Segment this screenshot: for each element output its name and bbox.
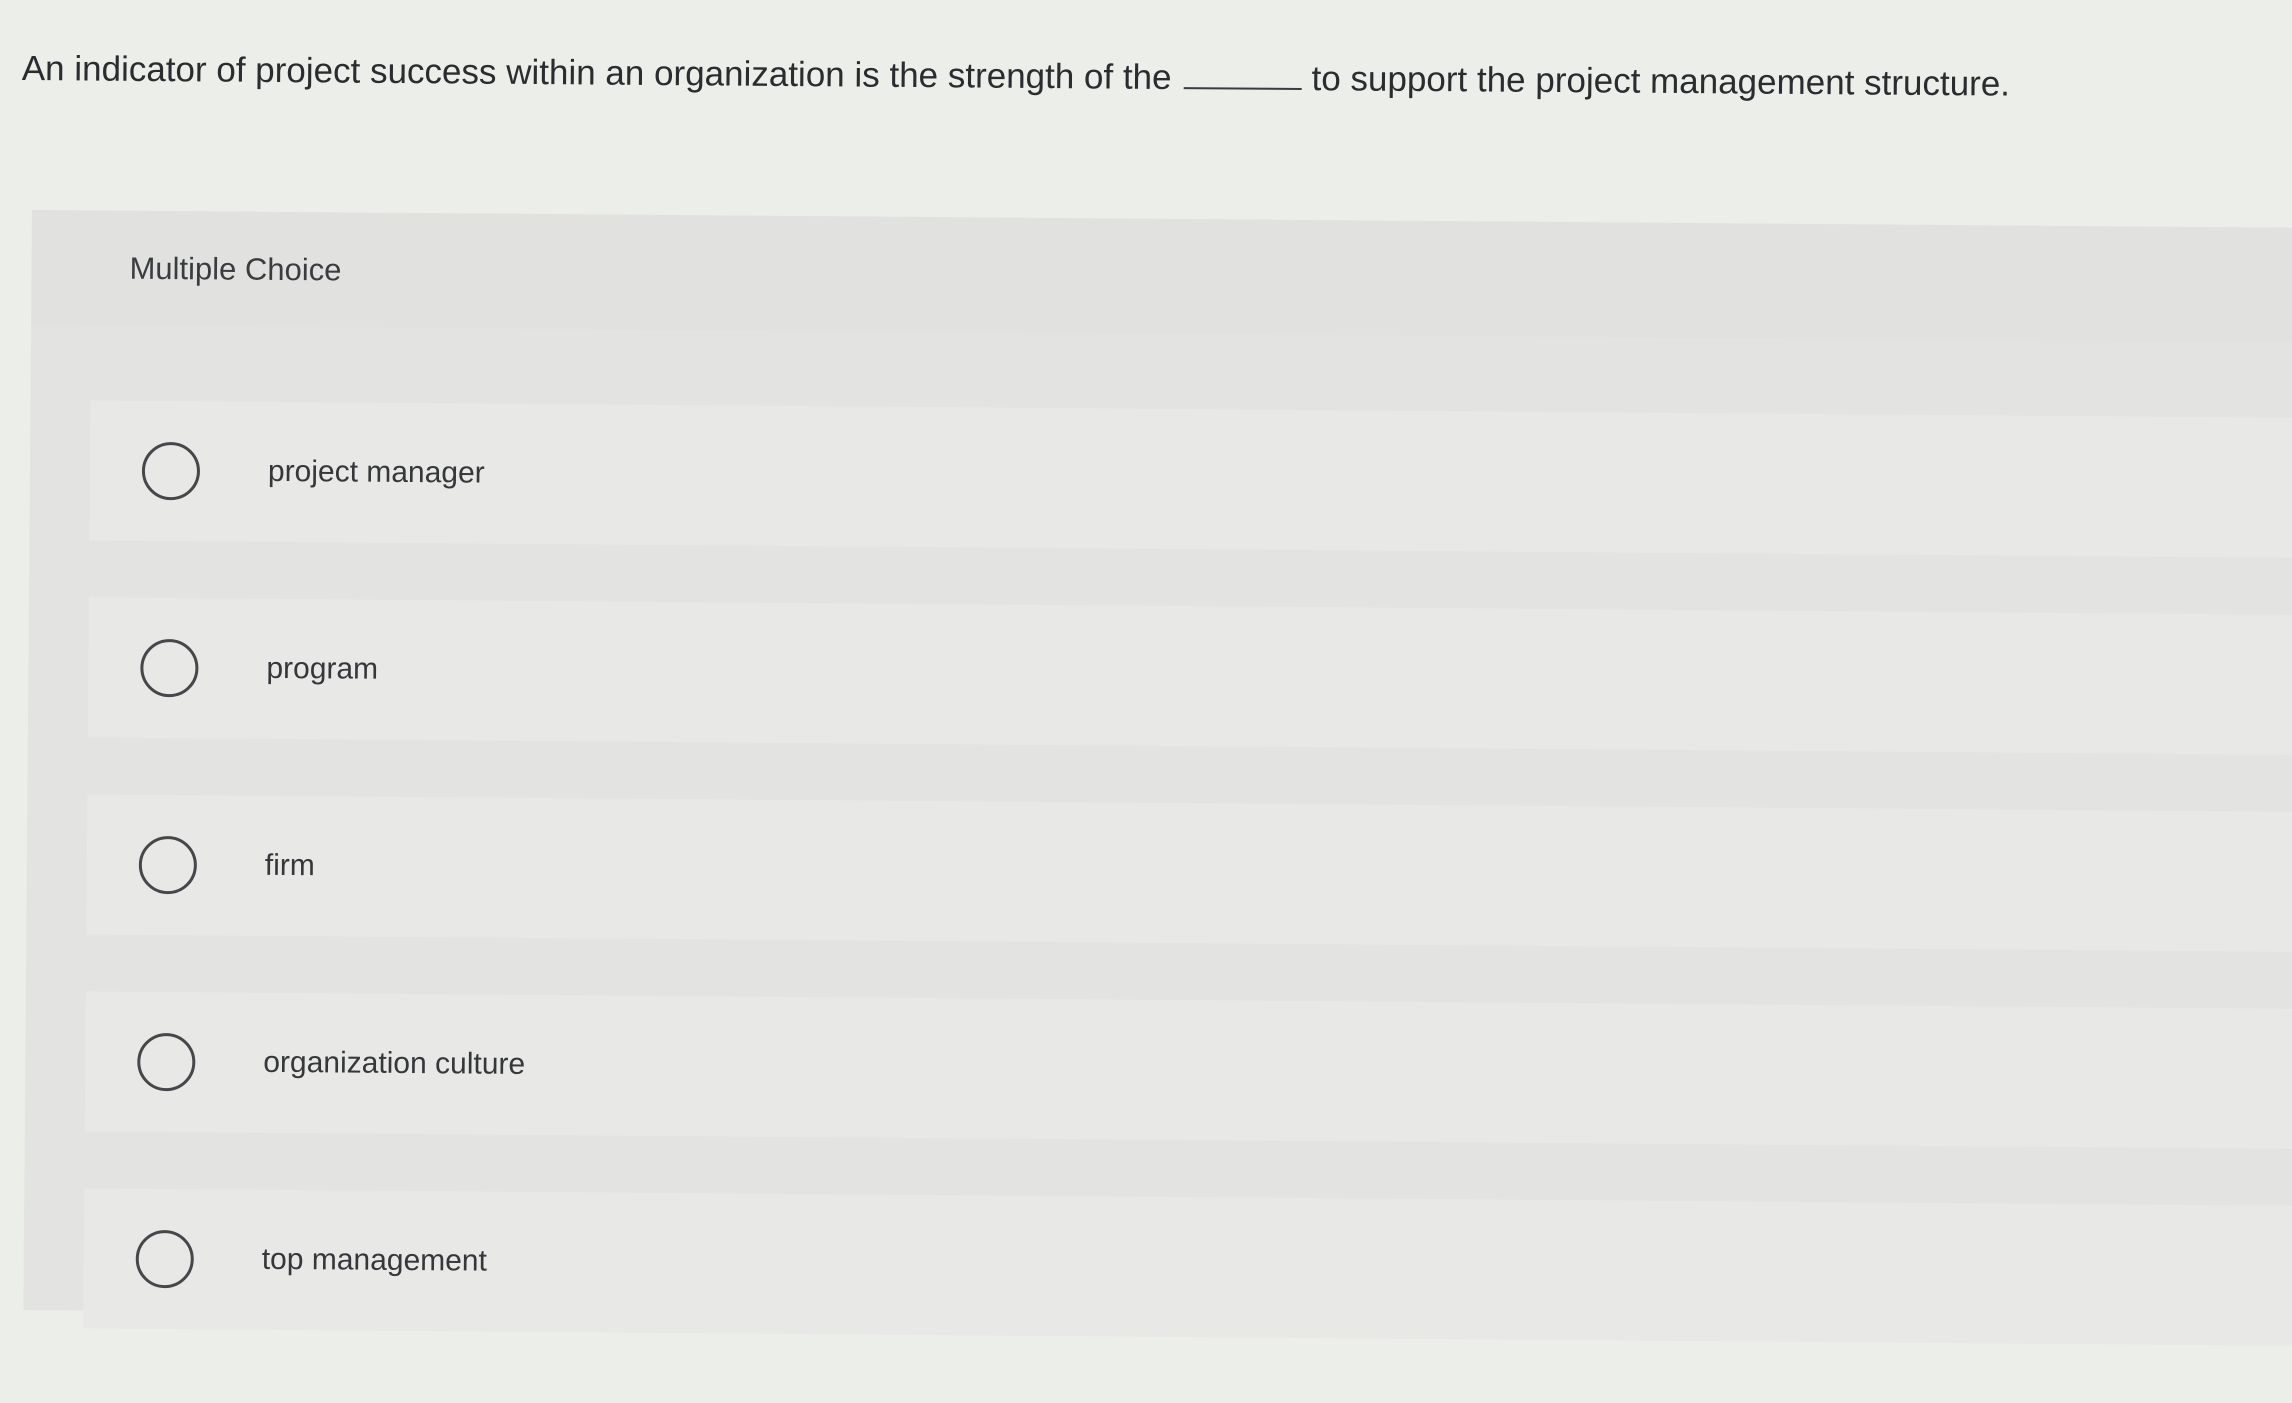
radio-button-icon[interactable] <box>138 835 198 895</box>
radio-button-icon[interactable] <box>141 441 201 501</box>
card-header: Multiple Choice <box>31 210 2292 344</box>
question-text-after: to support the project management struct… <box>1311 59 2011 104</box>
option-top-management[interactable]: top management <box>83 1188 2292 1347</box>
option-label: program <box>266 651 379 686</box>
option-label: top management <box>261 1242 488 1278</box>
answer-blank <box>1183 53 1302 91</box>
radio-button-icon[interactable] <box>140 638 199 698</box>
option-organization-culture[interactable]: organization culture <box>84 991 2292 1150</box>
question-text-before: An indicator of project success within a… <box>21 48 1172 98</box>
option-label: organization culture <box>263 1045 526 1081</box>
option-label: firm <box>264 848 315 883</box>
answer-options: project manager program firm organizatio… <box>83 400 2292 1403</box>
question-text: An indicator of project success within a… <box>22 44 2222 110</box>
radio-button-icon[interactable] <box>137 1032 196 1092</box>
option-project-manager[interactable]: project manager <box>89 400 2292 559</box>
question-type-label: Multiple Choice <box>129 250 342 288</box>
option-program[interactable]: program <box>87 597 2292 756</box>
multiple-choice-card: Multiple Choice project manager program … <box>23 210 2292 1347</box>
radio-button-icon[interactable] <box>135 1229 194 1289</box>
option-firm[interactable]: firm <box>86 794 2292 953</box>
option-label: project manager <box>267 454 485 490</box>
